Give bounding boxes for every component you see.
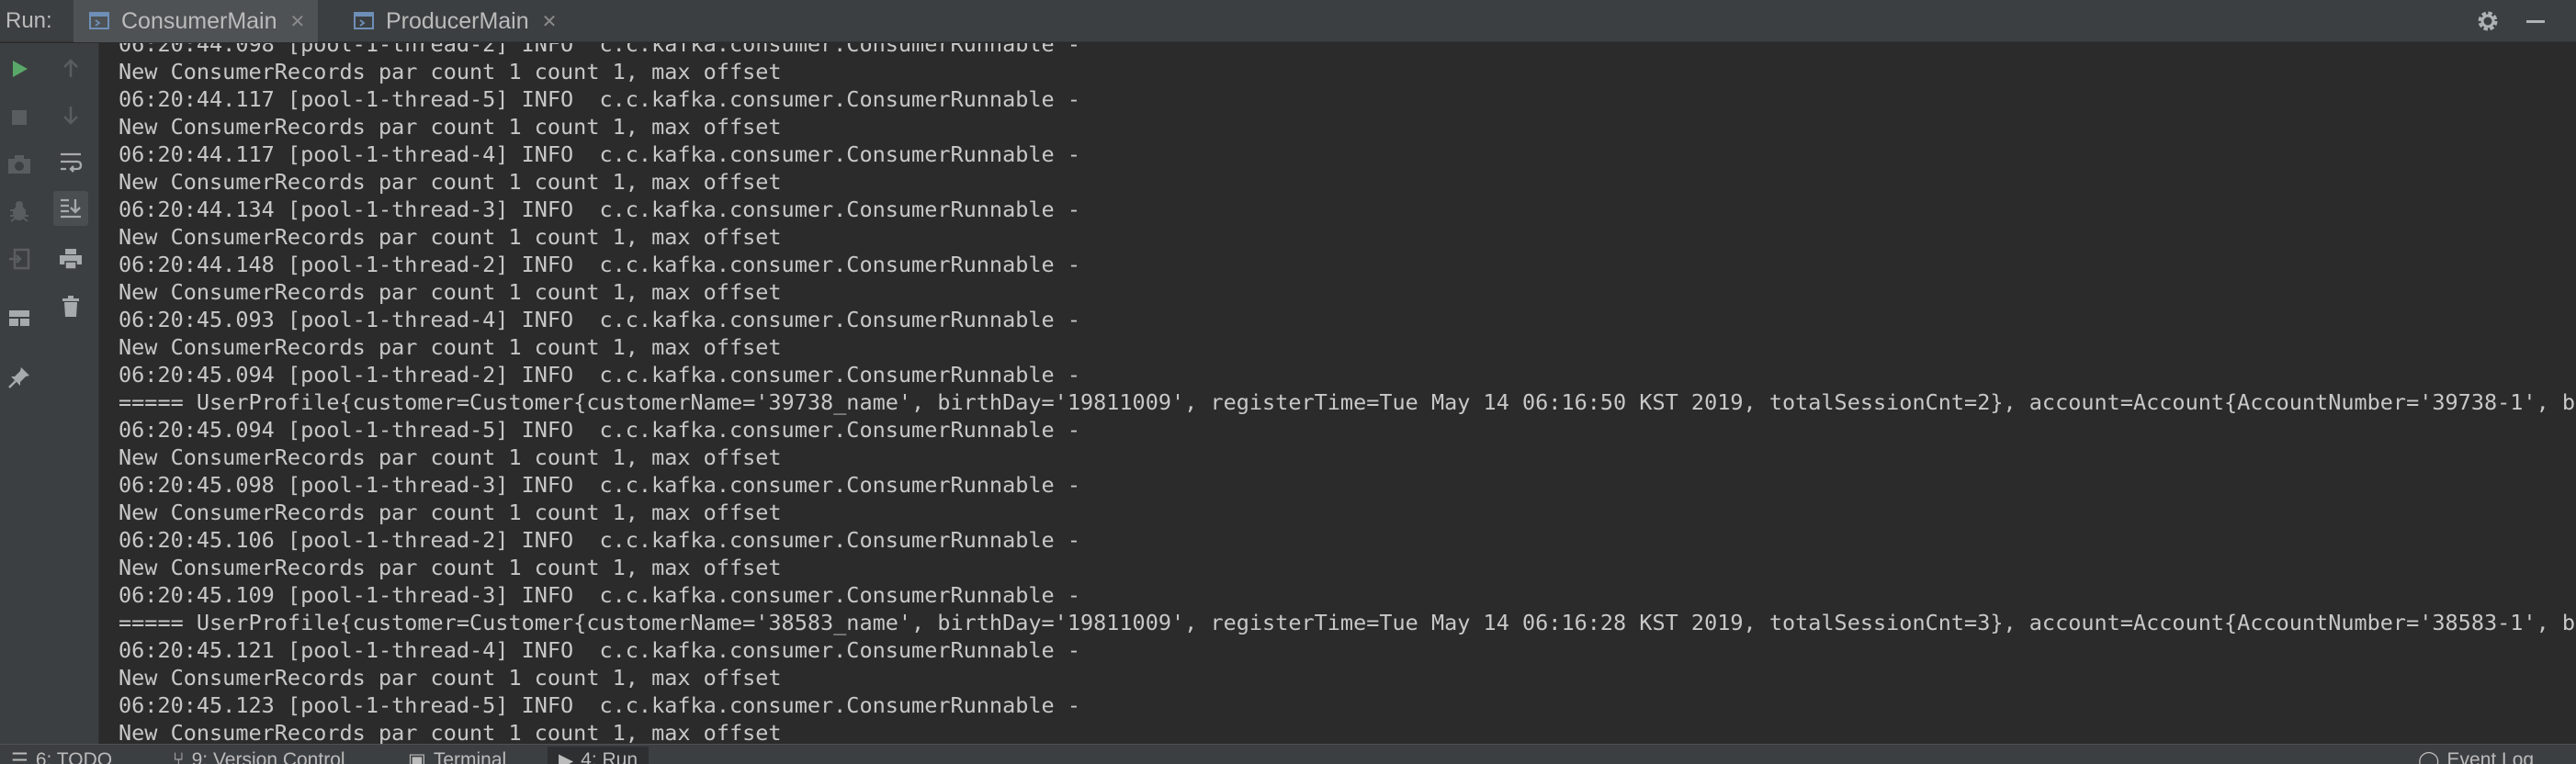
ide-run-window: Run: ConsumerMain ✕ ProducerMain ✕ 06:20… — [0, 0, 2576, 764]
up-arrow-icon[interactable] — [53, 51, 88, 86]
console-line: New ConsumerRecords par count 1 count 1,… — [119, 500, 782, 525]
close-icon[interactable]: ✕ — [290, 10, 306, 33]
console-line: 06:20:45.098 [pool-1-thread-3] INFO c.c.… — [119, 472, 1080, 498]
tab-label: 6: TODO — [35, 749, 113, 764]
console-line: New ConsumerRecords par count 1 count 1,… — [119, 444, 782, 470]
tab-producer-main[interactable]: ProducerMain ✕ — [338, 0, 570, 42]
pin-icon[interactable] — [2, 360, 37, 395]
console-line: ===== UserProfile{customer=Customer{cust… — [119, 610, 2576, 635]
run-toolbar — [0, 43, 99, 744]
console-line: New ConsumerRecords par count 1 count 1,… — [119, 114, 782, 140]
list-icon: ☰ — [11, 749, 28, 764]
stop-icon[interactable] — [2, 100, 37, 135]
console-line: 06:20:44.134 [pool-1-thread-3] INFO c.c.… — [119, 197, 1080, 222]
tab-consumer-main[interactable]: ConsumerMain ✕ — [73, 0, 319, 42]
trash-icon[interactable] — [53, 289, 88, 324]
console-line: New ConsumerRecords par count 1 count 1,… — [119, 279, 782, 305]
console-line: 06:20:45.094 [pool-1-thread-2] INFO c.c.… — [119, 362, 1080, 388]
bug-icon[interactable] — [2, 194, 37, 229]
down-arrow-icon[interactable] — [53, 97, 88, 132]
event-log-icon: ◯ — [2418, 749, 2440, 764]
print-icon[interactable] — [53, 242, 88, 276]
tool-window-bar: ☰ 6: TODO ⑂ 9: Version Control ▣ Termina… — [0, 744, 2576, 764]
console-line: 06:20:45.094 [pool-1-thread-5] INFO c.c.… — [119, 417, 1080, 443]
console-line: 06:20:45.109 [pool-1-thread-3] INFO c.c.… — [119, 582, 1080, 608]
console-line: 06:20:45.106 [pool-1-thread-2] INFO c.c.… — [119, 527, 1080, 553]
exit-icon[interactable] — [2, 242, 37, 276]
tab-version-control[interactable]: ⑂ 9: Version Control — [162, 747, 356, 764]
tab-label: 4: Run — [581, 749, 638, 764]
event-log-label: Event Log — [2446, 749, 2535, 764]
minimize-icon[interactable] — [2517, 0, 2554, 42]
console-line: 06:20:45.123 [pool-1-thread-5] INFO c.c.… — [119, 692, 1080, 718]
run-label: Run: — [6, 8, 52, 33]
console-line: New ConsumerRecords par count 1 count 1,… — [119, 555, 782, 580]
tab-label: Terminal — [433, 749, 507, 764]
layout-icon[interactable] — [2, 300, 37, 335]
console-line: 06:20:44.117 [pool-1-thread-4] INFO c.c.… — [119, 141, 1080, 167]
console-line: 06:20:44.117 [pool-1-thread-5] INFO c.c.… — [119, 86, 1080, 112]
console-line: ===== UserProfile{customer=Customer{cust… — [119, 389, 2576, 415]
console-line: New ConsumerRecords par count 1 count 1,… — [119, 720, 782, 744]
scroll-to-end-icon[interactable] — [53, 191, 88, 226]
tab-run[interactable]: ▶ 4: Run — [548, 747, 650, 764]
console-line: 06:20:44.098 [pool-1-thread-2] INFO c.c.… — [119, 43, 1080, 57]
tab-label: 9: Version Control — [191, 749, 345, 764]
console-line: New ConsumerRecords par count 1 count 1,… — [119, 334, 782, 360]
console-line: 06:20:45.093 [pool-1-thread-4] INFO c.c.… — [119, 307, 1080, 332]
console-line: New ConsumerRecords par count 1 count 1,… — [119, 59, 782, 84]
run-config-icon — [88, 10, 112, 32]
console-output[interactable]: 06:20:44.098 [pool-1-thread-2] INFO c.c.… — [100, 43, 2576, 744]
run-tool-header: Run: ConsumerMain ✕ ProducerMain ✕ — [0, 0, 2576, 42]
console-line: New ConsumerRecords par count 1 count 1,… — [119, 169, 782, 195]
console-line: 06:20:44.148 [pool-1-thread-2] INFO c.c.… — [119, 252, 1080, 277]
tab-terminal[interactable]: ▣ Terminal — [397, 747, 517, 764]
terminal-icon: ▣ — [408, 749, 426, 764]
event-log-button[interactable]: ◯ Event Log — [2407, 747, 2545, 764]
console-lines: 06:20:44.098 [pool-1-thread-2] INFO c.c.… — [119, 43, 2576, 744]
camera-icon[interactable] — [2, 147, 37, 182]
vcs-icon: ⑂ — [173, 749, 185, 764]
run-icon: ▶ — [559, 749, 574, 764]
tab-label: ProducerMain — [386, 7, 529, 34]
console-line: 06:20:45.121 [pool-1-thread-4] INFO c.c.… — [119, 637, 1080, 663]
close-icon[interactable]: ✕ — [542, 10, 558, 33]
tab-todo[interactable]: ☰ 6: TODO — [0, 747, 123, 764]
console-line: New ConsumerRecords par count 1 count 1,… — [119, 224, 782, 250]
tab-label: ConsumerMain — [121, 7, 277, 34]
soft-wrap-icon[interactable] — [53, 144, 88, 179]
rerun-icon[interactable] — [2, 51, 37, 86]
run-config-icon — [353, 10, 377, 32]
gear-icon[interactable] — [2469, 0, 2506, 42]
console-line: New ConsumerRecords par count 1 count 1,… — [119, 665, 782, 691]
